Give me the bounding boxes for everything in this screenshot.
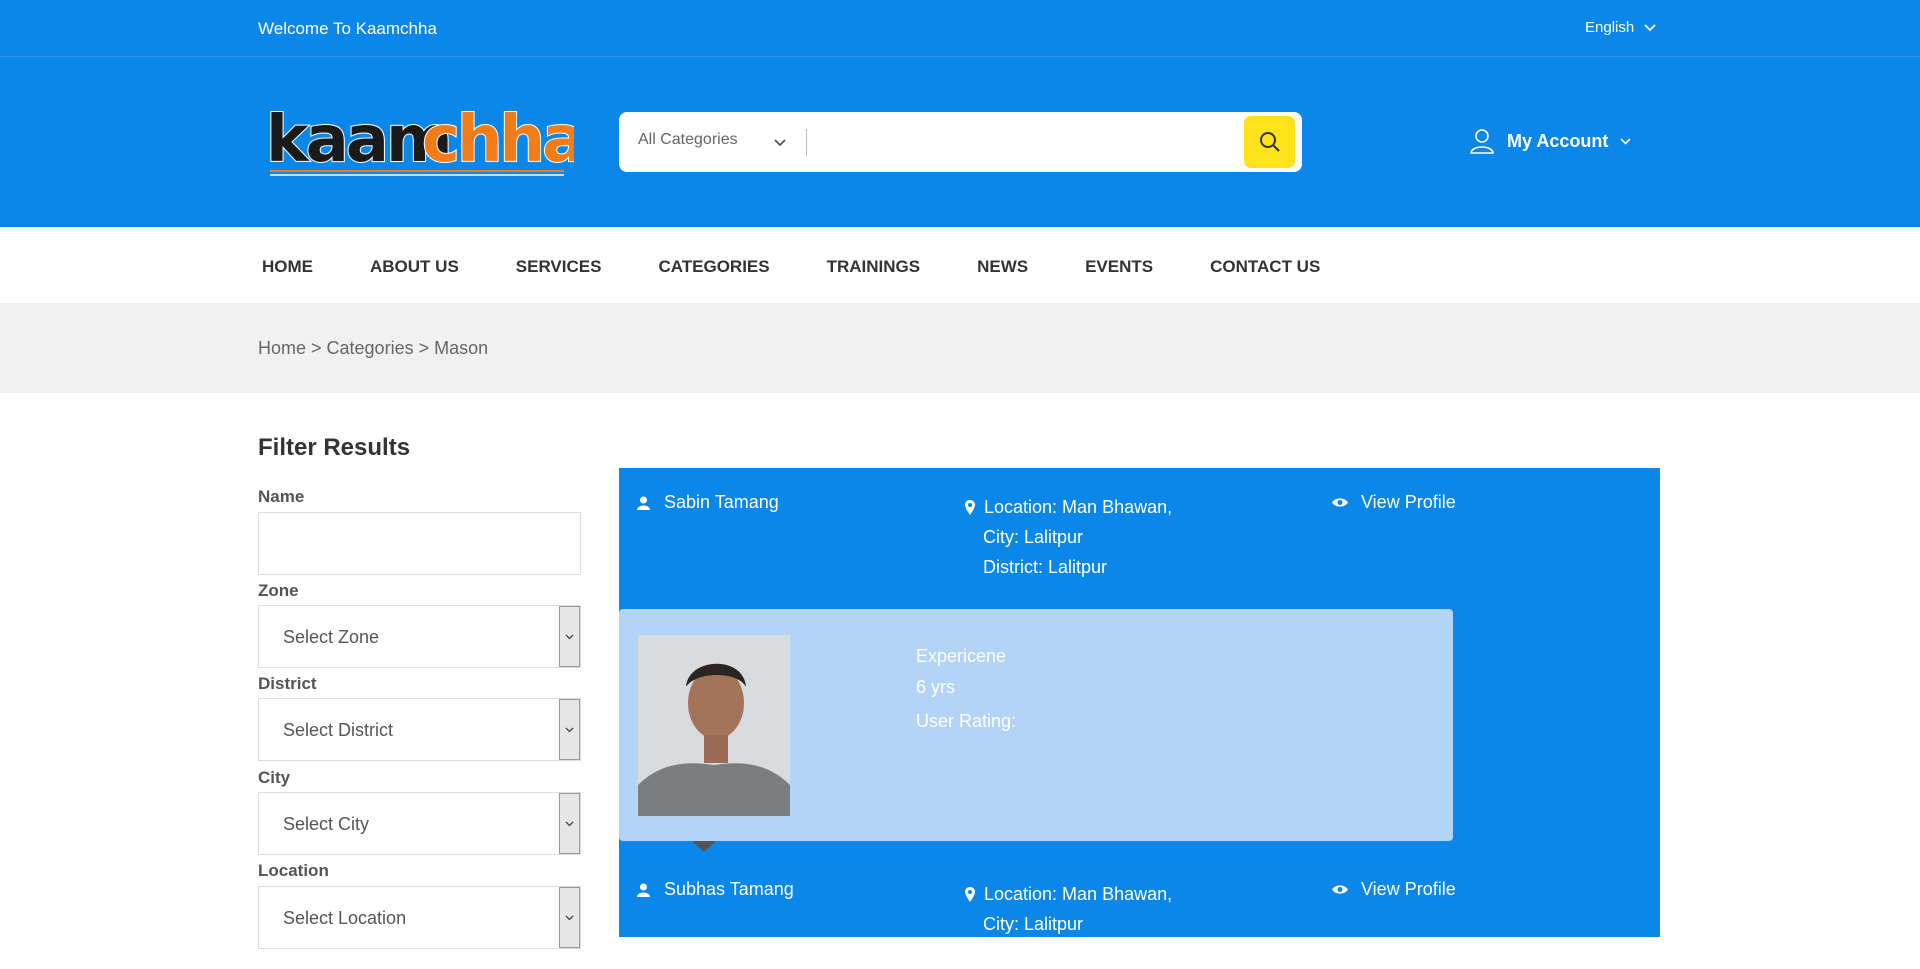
language-label: English xyxy=(1585,19,1635,36)
district-label: District xyxy=(258,674,317,693)
view-profile-link[interactable]: View Profile xyxy=(1332,879,1456,900)
name-input[interactable] xyxy=(258,512,581,575)
user-icon xyxy=(637,496,650,510)
my-account-menu[interactable]: My Account xyxy=(1469,128,1631,154)
nav-about-us[interactable]: ABOUT US xyxy=(370,257,459,277)
eye-icon xyxy=(1332,885,1348,894)
chevron-down-icon xyxy=(559,606,580,667)
worker-name-text: Subhas Tamang xyxy=(664,879,794,899)
search-divider xyxy=(806,129,807,156)
district-select-value: Select District xyxy=(283,720,394,740)
view-profile-link[interactable]: View Profile xyxy=(1332,492,1456,513)
city-text: City: Lalitpur xyxy=(983,914,1084,934)
user-icon xyxy=(1470,129,1494,154)
worker-name-text: Sabin Tamang xyxy=(664,492,779,512)
nav-categories[interactable]: CATEGORIES xyxy=(658,257,769,277)
chevron-down-icon xyxy=(1620,137,1631,145)
map-marker-icon xyxy=(965,886,975,902)
chevron-down-icon[interactable] xyxy=(771,133,789,151)
profile-preview-popup: Expericene 6 yrs User Rating: xyxy=(619,609,1453,852)
chevron-down-icon xyxy=(559,793,580,854)
category-select[interactable]: All Categories xyxy=(638,131,738,149)
chevron-down-icon xyxy=(559,699,580,760)
main-nav: HOME ABOUT US SERVICES CATEGORIES TRAINI… xyxy=(0,227,1920,303)
zone-select-value: Select Zone xyxy=(283,627,380,647)
view-profile-label: View Profile xyxy=(1361,492,1456,512)
svg-text:chha: chha xyxy=(422,103,574,177)
experience-value: 6 yrs xyxy=(916,677,956,697)
location-label: Location xyxy=(258,861,329,880)
breadcrumb[interactable]: Home > Categories > Mason xyxy=(258,338,488,359)
nav-trainings[interactable]: TRAININGS xyxy=(827,257,921,277)
city-text: City: Lalitpur xyxy=(983,527,1084,547)
site-header: kaam chha All Categories My Account xyxy=(0,57,1920,227)
user-icon xyxy=(637,883,650,897)
my-account-label: My Account xyxy=(1507,130,1609,151)
nav-news[interactable]: NEWS xyxy=(977,257,1028,277)
district-text: District: Lalitpur xyxy=(983,557,1108,577)
worker-name[interactable]: Subhas Tamang xyxy=(637,879,794,900)
eye-icon xyxy=(1332,498,1348,507)
location-text: Location: Man Bhawan, xyxy=(984,497,1173,517)
location-select[interactable]: Select Location xyxy=(258,886,581,949)
filter-title: Filter Results xyxy=(258,434,411,461)
top-bar: Welcome To Kaamchha English xyxy=(0,0,1920,57)
experience-info: Expericene 6 yrs xyxy=(916,641,1006,703)
location-select-value: Select Location xyxy=(283,908,407,928)
search-button[interactable] xyxy=(1244,116,1295,168)
chevron-down-icon xyxy=(1644,23,1656,31)
nav-home[interactable]: HOME xyxy=(262,257,313,277)
breadcrumb-bar: Home > Categories > Mason xyxy=(0,303,1920,393)
city-label: City xyxy=(258,768,291,787)
worker-name[interactable]: Sabin Tamang xyxy=(637,492,779,513)
chevron-down-icon xyxy=(559,887,580,948)
kaamchha-logo[interactable]: kaam chha xyxy=(264,101,574,179)
popup-caret xyxy=(692,841,716,852)
city-select-value: Select City xyxy=(283,814,370,834)
experience-label: Expericene xyxy=(916,646,1007,666)
worker-location: Location: Man Bhawan, City: Lalitpur Dis… xyxy=(965,879,1173,969)
zone-label: Zone xyxy=(258,581,299,600)
nav-services[interactable]: SERVICES xyxy=(516,257,602,277)
language-selector[interactable]: English xyxy=(1585,19,1656,36)
search-bar: All Categories xyxy=(619,112,1302,172)
nav-events[interactable]: EVENTS xyxy=(1085,257,1153,277)
welcome-text: Welcome To Kaamchha xyxy=(258,19,437,38)
view-profile-label: View Profile xyxy=(1361,879,1456,899)
city-select[interactable]: Select City xyxy=(258,792,581,855)
map-marker-icon xyxy=(965,499,975,515)
district-select[interactable]: Select District xyxy=(258,698,581,761)
worker-location: Location: Man Bhawan, City: Lalitpur Dis… xyxy=(965,492,1173,582)
name-label: Name xyxy=(258,487,305,506)
zone-select[interactable]: Select Zone xyxy=(258,605,581,668)
district-text: District: Lalitpur xyxy=(983,944,1108,964)
nav-contact-us[interactable]: CONTACT US xyxy=(1210,257,1320,277)
search-icon xyxy=(1259,132,1280,152)
location-text: Location: Man Bhawan, xyxy=(984,884,1173,904)
user-rating-label: User Rating: xyxy=(916,711,1017,731)
profile-photo[interactable] xyxy=(638,635,790,816)
